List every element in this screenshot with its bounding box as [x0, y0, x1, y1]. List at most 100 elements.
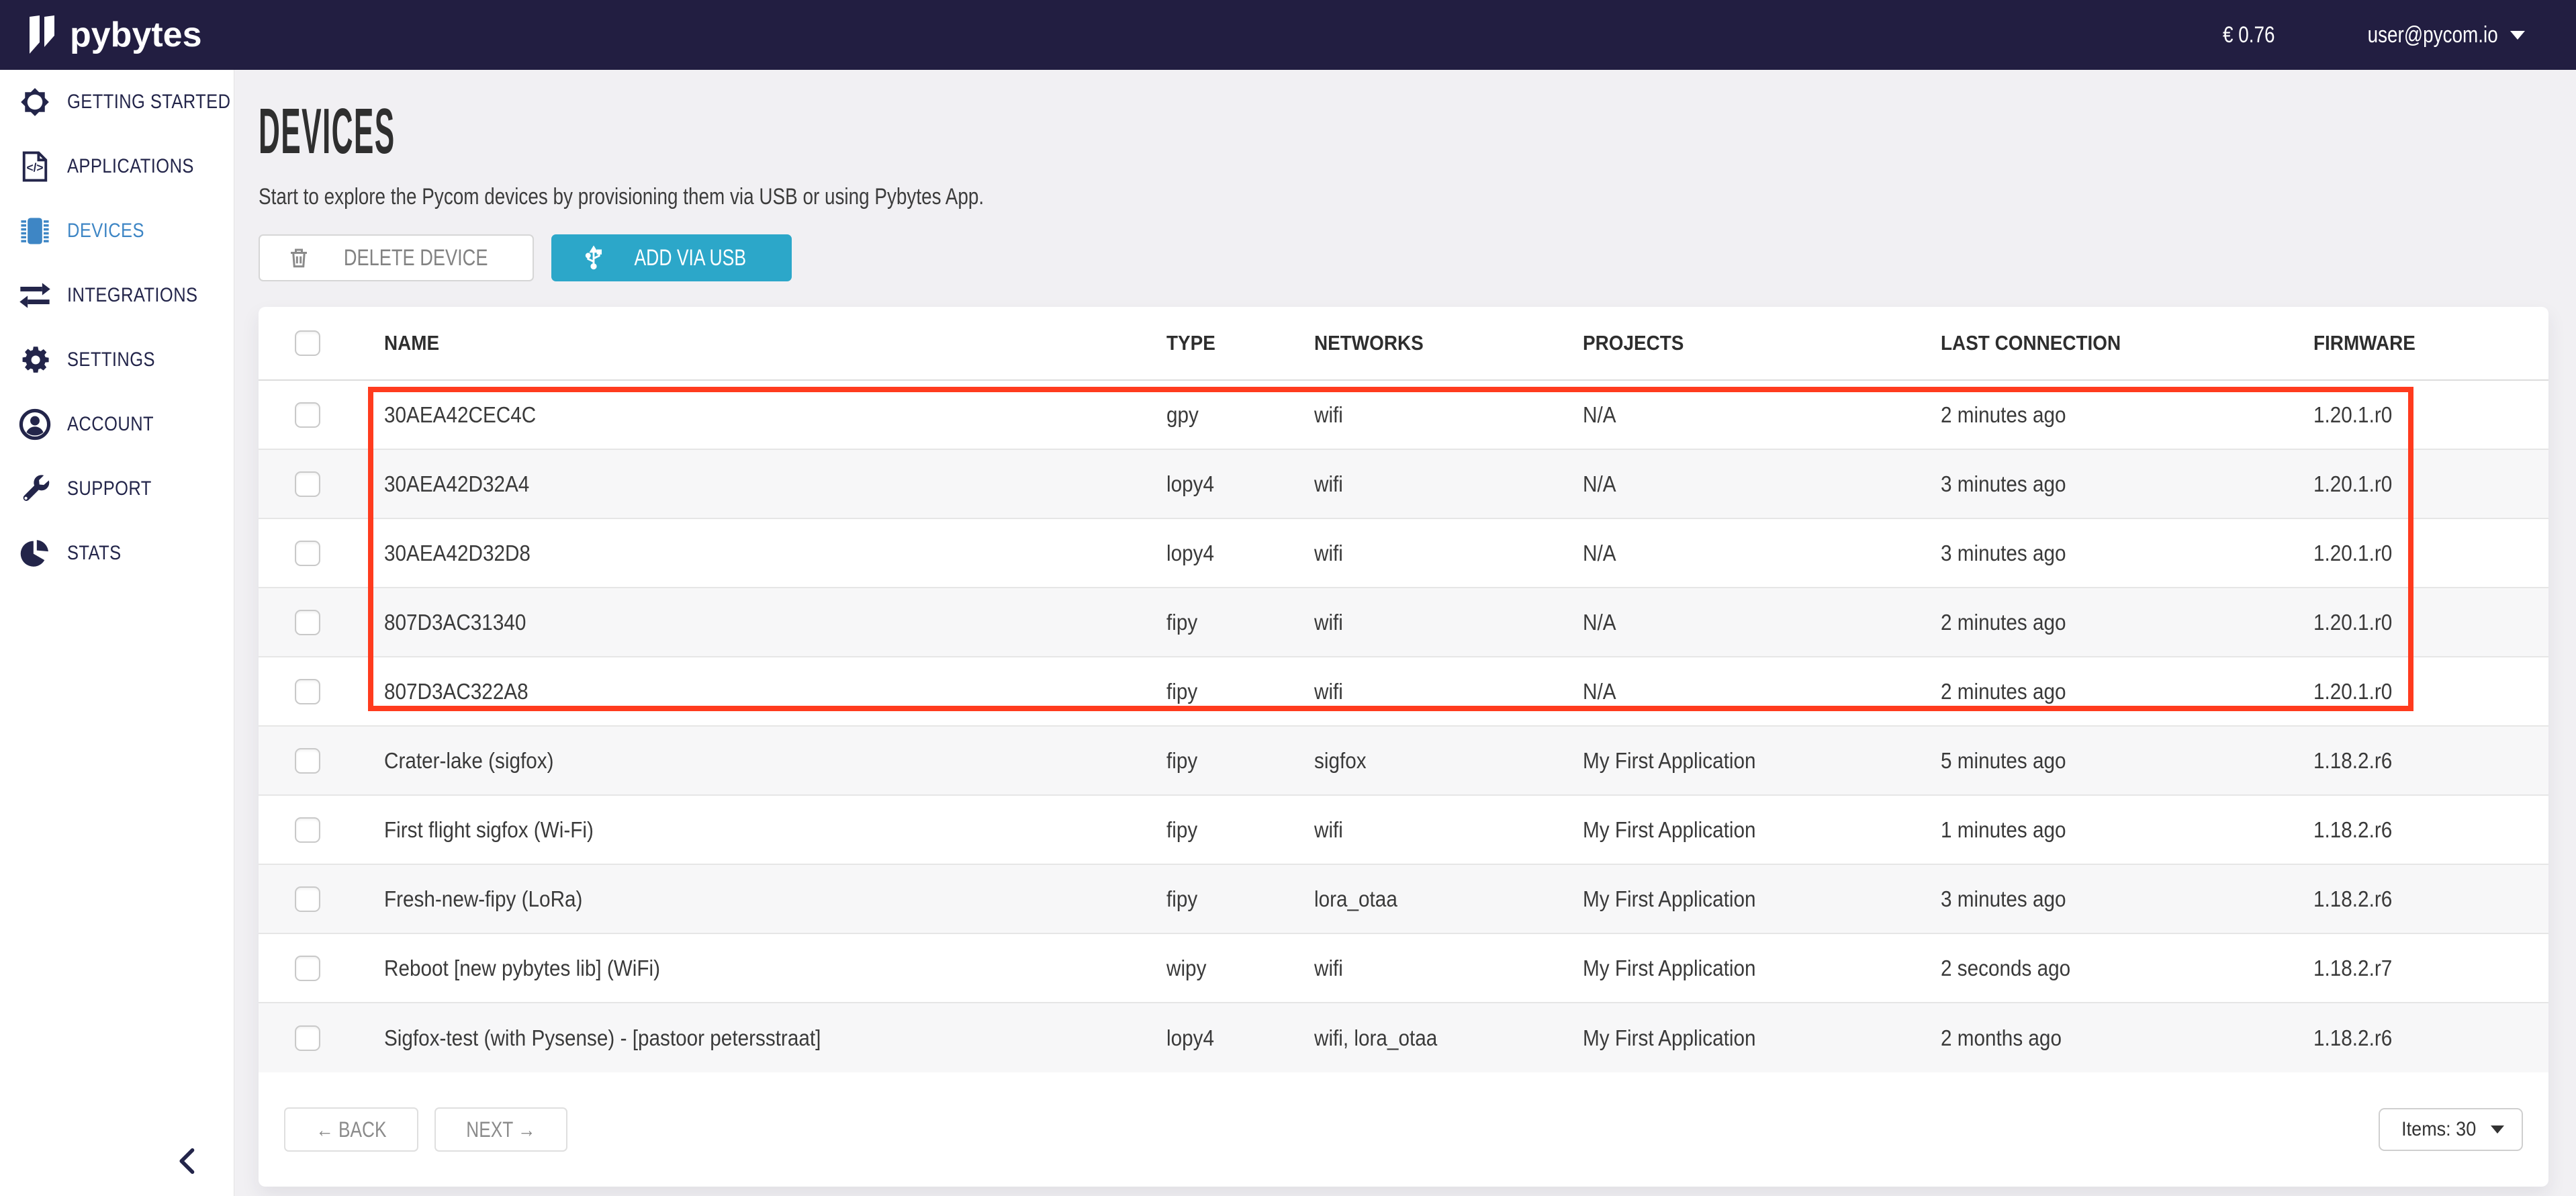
page-title: DEVICES: [259, 99, 2548, 164]
table-row[interactable]: Crater-lake (sigfox) fipy sigfox My Firs…: [259, 727, 2548, 796]
sidebar-item-label: STATS: [67, 542, 122, 565]
sidebar-item-label: INTEGRATIONS: [67, 284, 197, 307]
header-networks[interactable]: NETWORKS: [1287, 331, 1556, 355]
next-button[interactable]: NEXT →: [434, 1107, 567, 1152]
device-networks: wifi, lora_otaa: [1314, 1025, 1437, 1051]
table-row[interactable]: Reboot [new pybytes lib] (WiFi) wipy wif…: [259, 934, 2548, 1003]
header-projects[interactable]: PROJECTS: [1556, 331, 1915, 355]
sidebar-item-label: SUPPORT: [67, 477, 152, 500]
device-projects: My First Application: [1583, 1025, 1755, 1051]
table-row[interactable]: 30AEA42CEC4C gpy wifi N/A 2 minutes ago …: [259, 381, 2548, 450]
device-firmware: 1.18.2.r7: [2313, 956, 2392, 981]
device-firmware: 1.20.1.r0: [2313, 610, 2392, 635]
device-name: 30AEA42D32A4: [384, 471, 529, 497]
sidebar-item-account[interactable]: ACCOUNT: [0, 392, 234, 457]
device-firmware: 1.18.2.r6: [2313, 748, 2392, 774]
device-type: fipy: [1166, 886, 1197, 912]
items-per-page-dropdown[interactable]: Items: 30: [2379, 1108, 2523, 1151]
sidebar-item-label: APPLICATIONS: [67, 155, 194, 178]
delete-device-button[interactable]: DELETE DEVICE: [259, 234, 534, 281]
brand-name: pybytes: [70, 15, 202, 55]
select-all-checkbox[interactable]: [295, 330, 320, 356]
sun-icon: [17, 85, 52, 120]
device-name: Sigfox-test (with Pysense) - [pastoor pe…: [384, 1025, 821, 1051]
device-firmware: 1.20.1.r0: [2313, 679, 2392, 704]
device-firmware: 1.18.2.r6: [2313, 1025, 2392, 1051]
device-type: fipy: [1166, 610, 1197, 635]
row-checkbox[interactable]: [295, 402, 320, 428]
table-row[interactable]: 30AEA42D32D8 lopy4 wifi N/A 3 minutes ag…: [259, 519, 2548, 588]
device-last-connection: 3 minutes ago: [1941, 541, 2066, 566]
row-checkbox[interactable]: [295, 817, 320, 843]
row-checkbox[interactable]: [295, 541, 320, 566]
device-networks: wifi: [1314, 956, 1343, 981]
device-networks: wifi: [1314, 402, 1343, 428]
sidebar-item-getting-started[interactable]: GETTING STARTED: [0, 70, 234, 134]
device-firmware: 1.20.1.r0: [2313, 402, 2392, 428]
sidebar-item-support[interactable]: SUPPORT: [0, 457, 234, 521]
device-name: 30AEA42D32D8: [384, 541, 531, 566]
wrench-icon: [17, 471, 52, 506]
device-type: lopy4: [1166, 541, 1214, 566]
add-via-usb-label: ADD VIA USB: [635, 245, 747, 271]
pybytes-logo[interactable]: pybytes: [30, 15, 202, 55]
devices-table-card: NAME TYPE NETWORKS PROJECTS LAST CONNECT…: [259, 307, 2548, 1187]
sidebar-item-applications[interactable]: </> APPLICATIONS: [0, 134, 234, 199]
sidebar-item-stats[interactable]: STATS: [0, 521, 234, 586]
row-checkbox[interactable]: [295, 956, 320, 981]
usb-icon: [581, 245, 606, 271]
row-checkbox[interactable]: [295, 748, 320, 774]
device-networks: wifi: [1314, 471, 1343, 497]
device-last-connection: 2 months ago: [1941, 1025, 2062, 1051]
chip-icon: [17, 214, 52, 248]
row-checkbox[interactable]: [295, 1025, 320, 1051]
table-body: 30AEA42CEC4C gpy wifi N/A 2 minutes ago …: [259, 381, 2548, 1072]
device-last-connection: 3 minutes ago: [1941, 471, 2066, 497]
header-last-connection[interactable]: LAST CONNECTION: [1915, 331, 2288, 355]
device-projects: My First Application: [1583, 817, 1755, 843]
sidebar-item-label: DEVICES: [67, 220, 144, 242]
row-checkbox[interactable]: [295, 886, 320, 912]
action-bar: DELETE DEVICE ADD VIA USB: [259, 234, 2548, 281]
sidebar-item-settings[interactable]: SETTINGS: [0, 328, 234, 392]
sidebar-collapse-button[interactable]: [171, 1144, 205, 1179]
table-row[interactable]: Fresh-new-fipy (LoRa) fipy lora_otaa My …: [259, 865, 2548, 934]
device-type: fipy: [1166, 748, 1197, 774]
table-footer: ← BACK NEXT → Items: 30: [259, 1072, 2548, 1187]
row-checkbox[interactable]: [295, 471, 320, 497]
add-via-usb-button[interactable]: ADD VIA USB: [551, 234, 792, 281]
device-name: 30AEA42CEC4C: [384, 402, 536, 428]
user-menu[interactable]: user@pycom.io: [2339, 22, 2525, 48]
header-name[interactable]: NAME: [356, 331, 1140, 355]
device-networks: wifi: [1314, 679, 1343, 704]
table-row[interactable]: 30AEA42D32A4 lopy4 wifi N/A 3 minutes ag…: [259, 450, 2548, 519]
table-row[interactable]: Sigfox-test (with Pysense) - [pastoor pe…: [259, 1003, 2548, 1072]
device-networks: wifi: [1314, 541, 1343, 566]
items-per-page-label: Items: 30: [2401, 1118, 2476, 1141]
header-firmware[interactable]: FIRMWARE: [2288, 331, 2548, 355]
table-row[interactable]: 807D3AC322A8 fipy wifi N/A 2 minutes ago…: [259, 657, 2548, 727]
table-row[interactable]: First flight sigfox (Wi-Fi) fipy wifi My…: [259, 796, 2548, 865]
device-type: lopy4: [1166, 1025, 1214, 1051]
back-button[interactable]: ← BACK: [284, 1107, 418, 1152]
main-content: DEVICES Start to explore the Pycom devic…: [234, 70, 2576, 1196]
device-last-connection: 2 minutes ago: [1941, 402, 2066, 428]
chevron-down-icon: [2491, 1125, 2504, 1134]
pie-chart-icon: [17, 536, 52, 571]
device-projects: My First Application: [1583, 748, 1755, 774]
sidebar-item-devices[interactable]: DEVICES: [0, 199, 234, 263]
device-type: fipy: [1166, 817, 1197, 843]
pycom-logo-icon: [30, 15, 59, 54]
row-checkbox[interactable]: [295, 679, 320, 704]
table-row[interactable]: 807D3AC31340 fipy wifi N/A 2 minutes ago…: [259, 588, 2548, 657]
sidebar-item-integrations[interactable]: INTEGRATIONS: [0, 263, 234, 328]
device-projects: N/A: [1583, 402, 1616, 428]
header-type[interactable]: TYPE: [1140, 331, 1287, 355]
svg-text:</>: </>: [26, 161, 43, 175]
row-checkbox[interactable]: [295, 610, 320, 635]
device-last-connection: 2 minutes ago: [1941, 679, 2066, 704]
device-networks: wifi: [1314, 817, 1343, 843]
trash-icon: [287, 246, 311, 270]
device-networks: sigfox: [1314, 748, 1367, 774]
device-firmware: 1.20.1.r0: [2313, 541, 2392, 566]
